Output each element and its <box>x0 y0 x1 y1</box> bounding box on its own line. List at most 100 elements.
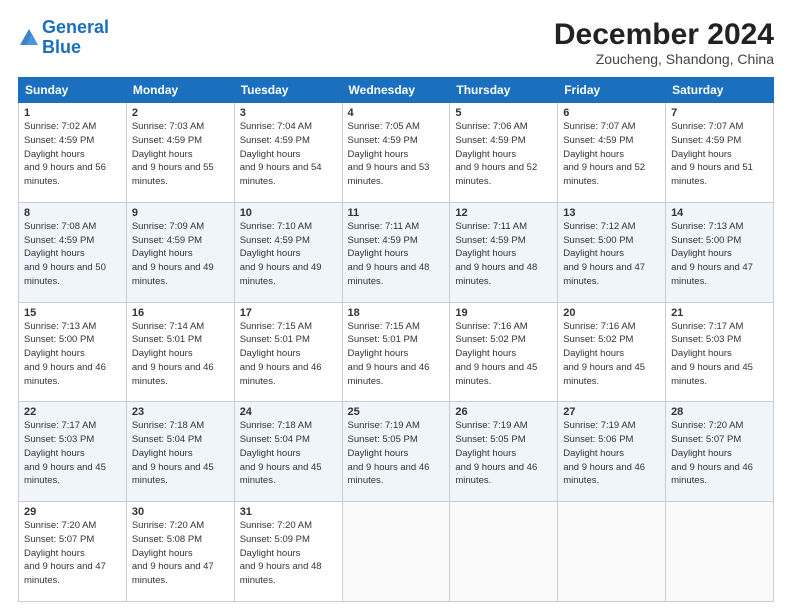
day-number: 2 <box>132 107 229 119</box>
day-info: Sunrise: 7:17 AMSunset: 5:03 PMDaylight … <box>671 320 768 389</box>
day-info: Sunrise: 7:10 AMSunset: 4:59 PMDaylight … <box>240 220 337 289</box>
day-number: 8 <box>24 207 121 219</box>
calendar-cell: 1Sunrise: 7:02 AMSunset: 4:59 PMDaylight… <box>19 103 127 203</box>
day-info: Sunrise: 7:07 AMSunset: 4:59 PMDaylight … <box>671 120 768 189</box>
day-number: 22 <box>24 406 121 418</box>
day-number: 29 <box>24 506 121 518</box>
calendar-cell: 14Sunrise: 7:13 AMSunset: 5:00 PMDayligh… <box>666 202 774 302</box>
calendar-week-1: 1Sunrise: 7:02 AMSunset: 4:59 PMDaylight… <box>19 103 774 203</box>
day-info: Sunrise: 7:16 AMSunset: 5:02 PMDaylight … <box>455 320 552 389</box>
calendar-cell: 12Sunrise: 7:11 AMSunset: 4:59 PMDayligh… <box>450 202 558 302</box>
day-number: 19 <box>455 307 552 319</box>
day-info: Sunrise: 7:09 AMSunset: 4:59 PMDaylight … <box>132 220 229 289</box>
day-info: Sunrise: 7:19 AMSunset: 5:05 PMDaylight … <box>348 419 445 488</box>
day-info: Sunrise: 7:12 AMSunset: 5:00 PMDaylight … <box>563 220 660 289</box>
day-info: Sunrise: 7:08 AMSunset: 4:59 PMDaylight … <box>24 220 121 289</box>
day-info: Sunrise: 7:17 AMSunset: 5:03 PMDaylight … <box>24 419 121 488</box>
calendar-cell: 13Sunrise: 7:12 AMSunset: 5:00 PMDayligh… <box>558 202 666 302</box>
calendar-cell: 23Sunrise: 7:18 AMSunset: 5:04 PMDayligh… <box>126 402 234 502</box>
day-info: Sunrise: 7:19 AMSunset: 5:05 PMDaylight … <box>455 419 552 488</box>
col-header-monday: Monday <box>126 78 234 103</box>
day-number: 5 <box>455 107 552 119</box>
calendar-cell <box>558 502 666 602</box>
calendar-cell <box>450 502 558 602</box>
day-number: 14 <box>671 207 768 219</box>
calendar-cell <box>666 502 774 602</box>
day-number: 30 <box>132 506 229 518</box>
day-number: 6 <box>563 107 660 119</box>
main-title: December 2024 <box>554 18 774 51</box>
calendar-cell: 21Sunrise: 7:17 AMSunset: 5:03 PMDayligh… <box>666 302 774 402</box>
day-number: 16 <box>132 307 229 319</box>
calendar-week-3: 15Sunrise: 7:13 AMSunset: 5:00 PMDayligh… <box>19 302 774 402</box>
calendar-week-5: 29Sunrise: 7:20 AMSunset: 5:07 PMDayligh… <box>19 502 774 602</box>
calendar-cell: 29Sunrise: 7:20 AMSunset: 5:07 PMDayligh… <box>19 502 127 602</box>
logo: General Blue <box>18 18 109 58</box>
day-number: 1 <box>24 107 121 119</box>
day-number: 13 <box>563 207 660 219</box>
day-number: 12 <box>455 207 552 219</box>
day-info: Sunrise: 7:19 AMSunset: 5:06 PMDaylight … <box>563 419 660 488</box>
day-number: 25 <box>348 406 445 418</box>
col-header-thursday: Thursday <box>450 78 558 103</box>
calendar-cell: 15Sunrise: 7:13 AMSunset: 5:00 PMDayligh… <box>19 302 127 402</box>
header: General Blue December 2024 Zoucheng, Sha… <box>18 18 774 67</box>
day-info: Sunrise: 7:15 AMSunset: 5:01 PMDaylight … <box>348 320 445 389</box>
calendar-cell: 28Sunrise: 7:20 AMSunset: 5:07 PMDayligh… <box>666 402 774 502</box>
day-info: Sunrise: 7:13 AMSunset: 5:00 PMDaylight … <box>671 220 768 289</box>
calendar-cell: 8Sunrise: 7:08 AMSunset: 4:59 PMDaylight… <box>19 202 127 302</box>
day-number: 31 <box>240 506 337 518</box>
day-number: 18 <box>348 307 445 319</box>
col-header-tuesday: Tuesday <box>234 78 342 103</box>
day-number: 10 <box>240 207 337 219</box>
calendar-cell: 20Sunrise: 7:16 AMSunset: 5:02 PMDayligh… <box>558 302 666 402</box>
day-info: Sunrise: 7:07 AMSunset: 4:59 PMDaylight … <box>563 120 660 189</box>
day-number: 11 <box>348 207 445 219</box>
calendar-cell: 10Sunrise: 7:10 AMSunset: 4:59 PMDayligh… <box>234 202 342 302</box>
day-info: Sunrise: 7:18 AMSunset: 5:04 PMDaylight … <box>240 419 337 488</box>
day-info: Sunrise: 7:15 AMSunset: 5:01 PMDaylight … <box>240 320 337 389</box>
day-number: 17 <box>240 307 337 319</box>
day-info: Sunrise: 7:16 AMSunset: 5:02 PMDaylight … <box>563 320 660 389</box>
calendar-cell: 19Sunrise: 7:16 AMSunset: 5:02 PMDayligh… <box>450 302 558 402</box>
calendar-cell: 16Sunrise: 7:14 AMSunset: 5:01 PMDayligh… <box>126 302 234 402</box>
col-header-sunday: Sunday <box>19 78 127 103</box>
day-info: Sunrise: 7:14 AMSunset: 5:01 PMDaylight … <box>132 320 229 389</box>
day-number: 20 <box>563 307 660 319</box>
col-header-wednesday: Wednesday <box>342 78 450 103</box>
calendar-cell: 2Sunrise: 7:03 AMSunset: 4:59 PMDaylight… <box>126 103 234 203</box>
calendar-cell: 24Sunrise: 7:18 AMSunset: 5:04 PMDayligh… <box>234 402 342 502</box>
day-number: 4 <box>348 107 445 119</box>
calendar-cell: 22Sunrise: 7:17 AMSunset: 5:03 PMDayligh… <box>19 402 127 502</box>
calendar-cell: 30Sunrise: 7:20 AMSunset: 5:08 PMDayligh… <box>126 502 234 602</box>
page: General Blue December 2024 Zoucheng, Sha… <box>0 0 792 612</box>
day-info: Sunrise: 7:18 AMSunset: 5:04 PMDaylight … <box>132 419 229 488</box>
calendar-cell: 11Sunrise: 7:11 AMSunset: 4:59 PMDayligh… <box>342 202 450 302</box>
calendar-cell: 7Sunrise: 7:07 AMSunset: 4:59 PMDaylight… <box>666 103 774 203</box>
calendar-cell: 6Sunrise: 7:07 AMSunset: 4:59 PMDaylight… <box>558 103 666 203</box>
calendar-cell: 3Sunrise: 7:04 AMSunset: 4:59 PMDaylight… <box>234 103 342 203</box>
day-number: 27 <box>563 406 660 418</box>
calendar-cell: 25Sunrise: 7:19 AMSunset: 5:05 PMDayligh… <box>342 402 450 502</box>
calendar-cell: 4Sunrise: 7:05 AMSunset: 4:59 PMDaylight… <box>342 103 450 203</box>
col-header-friday: Friday <box>558 78 666 103</box>
day-info: Sunrise: 7:03 AMSunset: 4:59 PMDaylight … <box>132 120 229 189</box>
calendar-cell: 27Sunrise: 7:19 AMSunset: 5:06 PMDayligh… <box>558 402 666 502</box>
day-number: 15 <box>24 307 121 319</box>
day-info: Sunrise: 7:11 AMSunset: 4:59 PMDaylight … <box>455 220 552 289</box>
calendar-cell: 9Sunrise: 7:09 AMSunset: 4:59 PMDaylight… <box>126 202 234 302</box>
calendar-header-row: SundayMondayTuesdayWednesdayThursdayFrid… <box>19 78 774 103</box>
calendar-cell: 26Sunrise: 7:19 AMSunset: 5:05 PMDayligh… <box>450 402 558 502</box>
calendar-cell <box>342 502 450 602</box>
calendar-cell: 17Sunrise: 7:15 AMSunset: 5:01 PMDayligh… <box>234 302 342 402</box>
day-number: 3 <box>240 107 337 119</box>
day-number: 7 <box>671 107 768 119</box>
day-info: Sunrise: 7:13 AMSunset: 5:00 PMDaylight … <box>24 320 121 389</box>
day-number: 9 <box>132 207 229 219</box>
logo-general: General <box>42 17 109 37</box>
title-block: December 2024 Zoucheng, Shandong, China <box>554 18 774 67</box>
calendar-cell: 18Sunrise: 7:15 AMSunset: 5:01 PMDayligh… <box>342 302 450 402</box>
day-number: 26 <box>455 406 552 418</box>
calendar-table: SundayMondayTuesdayWednesdayThursdayFrid… <box>18 77 774 602</box>
day-info: Sunrise: 7:05 AMSunset: 4:59 PMDaylight … <box>348 120 445 189</box>
